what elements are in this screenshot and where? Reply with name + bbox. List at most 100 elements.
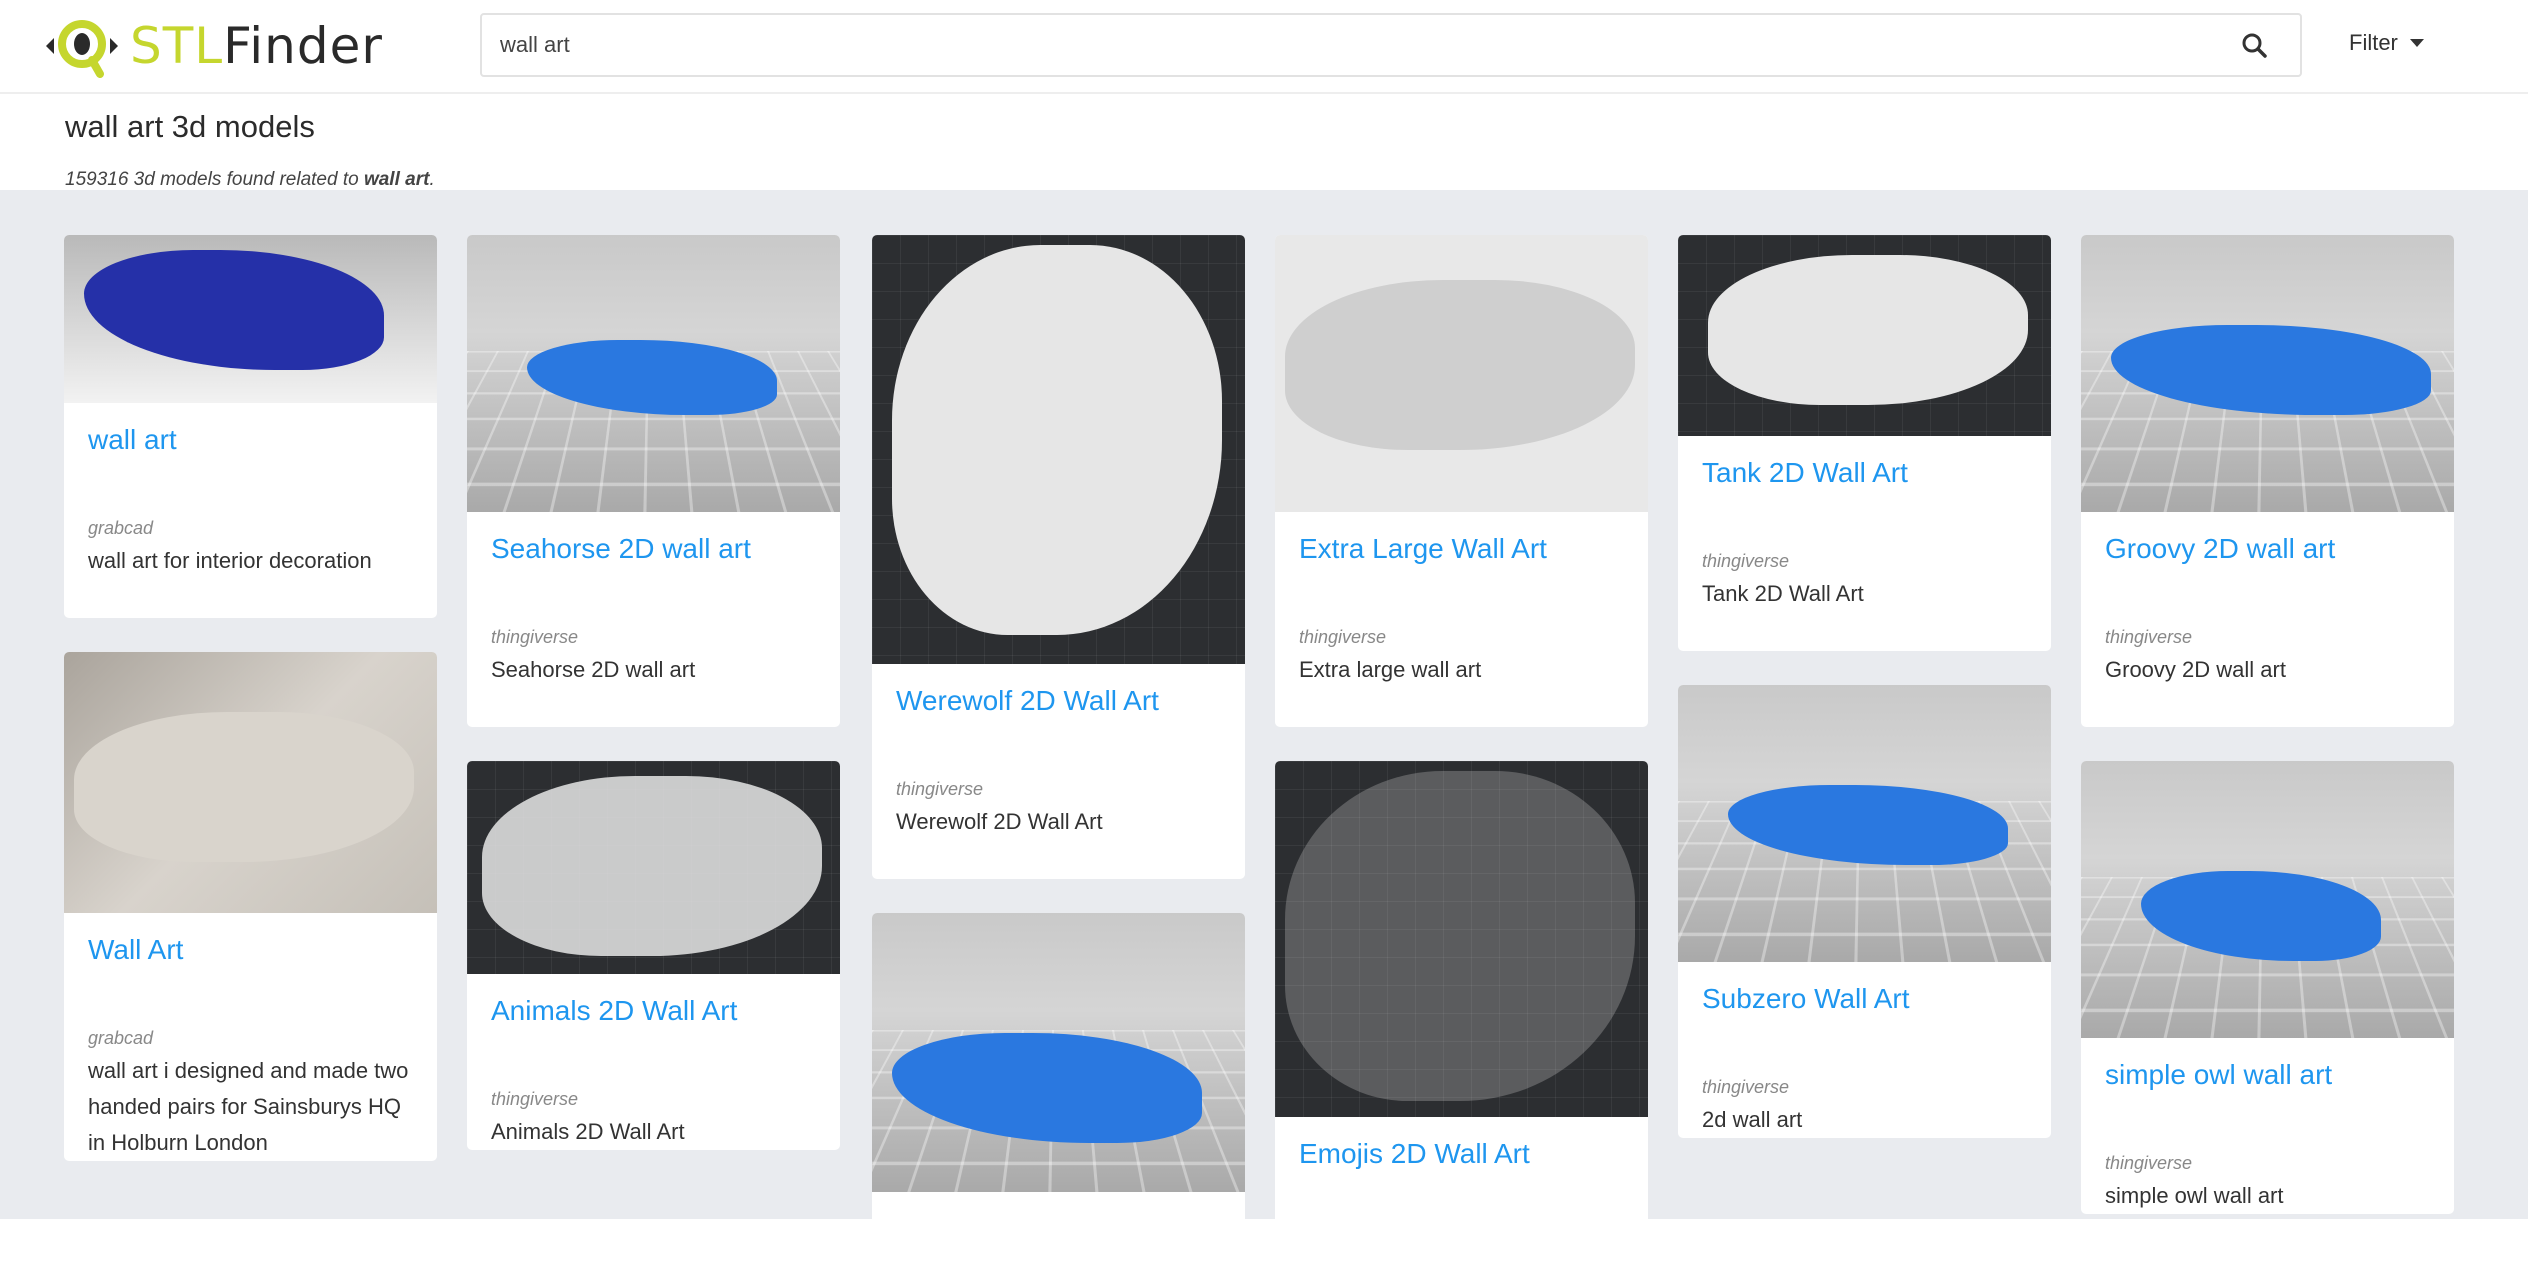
card-body: Extra Large Wall Art thingiverse Extra lar… bbox=[1275, 512, 1648, 727]
model-card[interactable]: Groovy 2D wall art thingiverse Groovy 2D w… bbox=[2081, 235, 2454, 727]
top-bar: STLFinder Filter bbox=[0, 0, 2528, 94]
card-body: Emojis 2D Wall Art bbox=[1275, 1117, 1648, 1173]
card-body: Subzero Wall Art thingiverse 2d wall art bbox=[1678, 962, 2051, 1138]
model-card[interactable]: Wall Art grabcad wall art i designed and m… bbox=[64, 652, 437, 1161]
card-body: wall art grabcad wall art for interior dec… bbox=[64, 403, 437, 618]
model-thumbnail[interactable] bbox=[467, 761, 840, 974]
logo-text-finder: Finder bbox=[223, 17, 383, 75]
results-column: wall art grabcad wall art for interior dec… bbox=[64, 235, 437, 1161]
model-title[interactable]: Subzero Wall Art bbox=[1702, 980, 2027, 1018]
model-card[interactable]: Werewolf 2D Wall Art thingiverse Werewolf … bbox=[872, 235, 1245, 879]
model-description: simple owl wall art bbox=[2105, 1183, 2284, 1208]
query-text: wall art bbox=[363, 169, 430, 190]
model-shape bbox=[892, 1033, 1202, 1143]
model-source: thingiverse bbox=[2105, 1153, 2193, 1173]
model-card[interactable]: Extra Large Wall Art thingiverse Extra lar… bbox=[1275, 235, 1648, 727]
model-shape bbox=[1728, 785, 2008, 865]
model-thumbnail[interactable] bbox=[2081, 761, 2454, 1038]
model-description: Groovy 2D wall art bbox=[2105, 657, 2286, 682]
results-column: Werewolf 2D Wall Art thingiverse Werewolf … bbox=[872, 235, 1245, 1264]
model-card[interactable]: Seahorse 2D wall art thingiverse Seahorse … bbox=[467, 235, 840, 727]
model-shape bbox=[1285, 771, 1635, 1101]
card-body: Animals 2D Wall Art thingiverse Animals 2D… bbox=[467, 974, 840, 1150]
card-body: Groovy 2D wall art thingiverse Groovy 2D w… bbox=[2081, 512, 2454, 727]
model-shape bbox=[2111, 325, 2431, 415]
model-card[interactable]: Tank 2D Wall Art thingiverse Tank 2D Wall … bbox=[1678, 235, 2051, 651]
model-description: wall art for interior decoration bbox=[88, 548, 372, 573]
model-thumbnail[interactable] bbox=[1275, 235, 1648, 512]
results-grid: wall art grabcad wall art for interior dec… bbox=[0, 190, 2528, 1264]
model-thumbnail[interactable] bbox=[2081, 235, 2454, 512]
model-description: wall art i designed and made two handed … bbox=[88, 1058, 409, 1155]
model-thumbnail[interactable] bbox=[64, 235, 437, 403]
search-input[interactable] bbox=[482, 15, 2224, 75]
model-card[interactable]: simple owl wall art thingiverse simple owl… bbox=[2081, 761, 2454, 1214]
model-source: thingiverse bbox=[1702, 1077, 1790, 1097]
results-column: Seahorse 2D wall art thingiverse Seahorse … bbox=[467, 235, 840, 1150]
model-source: thingiverse bbox=[491, 1089, 579, 1109]
model-shape bbox=[1708, 255, 2028, 405]
results-count: 159316 3d models found related to wall a… bbox=[65, 169, 2528, 191]
card-body: Wall Art grabcad wall art i designed and m… bbox=[64, 913, 437, 1161]
model-description: Tank 2D Wall Art bbox=[1702, 581, 1864, 606]
model-source: grabcad bbox=[88, 1028, 154, 1048]
model-title[interactable]: Seahorse 2D wall art bbox=[491, 530, 816, 568]
model-source: thingiverse bbox=[1299, 627, 1387, 647]
model-thumbnail[interactable] bbox=[1678, 235, 2051, 436]
page-title: wall art 3d models bbox=[65, 109, 315, 144]
count-number: 159316 bbox=[65, 169, 129, 190]
model-shape bbox=[74, 712, 414, 862]
model-title[interactable]: wall art bbox=[88, 421, 413, 459]
model-card[interactable]: Emojis 2D Wall Art bbox=[1275, 761, 1648, 1227]
model-title[interactable]: Emojis 2D Wall Art bbox=[1299, 1135, 1624, 1173]
model-source: thingiverse bbox=[1702, 551, 1790, 571]
caret-down-icon bbox=[2409, 39, 2424, 47]
model-title[interactable]: Animals 2D Wall Art bbox=[491, 992, 816, 1030]
results-column: Groovy 2D wall art thingiverse Groovy 2D w… bbox=[2081, 235, 2454, 1214]
model-thumbnail[interactable] bbox=[1275, 761, 1648, 1117]
model-description: Werewolf 2D Wall Art bbox=[896, 809, 1103, 834]
model-description: Seahorse 2D wall art bbox=[491, 657, 696, 682]
model-card[interactable] bbox=[872, 913, 1245, 1264]
model-thumbnail[interactable] bbox=[467, 235, 840, 512]
model-source: thingiverse bbox=[896, 779, 984, 799]
card-body: simple owl wall art thingiverse simple owl… bbox=[2081, 1038, 2454, 1214]
results-column: Extra Large Wall Art thingiverse Extra lar… bbox=[1275, 235, 1648, 1227]
model-title[interactable]: Werewolf 2D Wall Art bbox=[896, 682, 1221, 720]
model-thumbnail[interactable] bbox=[64, 652, 437, 913]
model-card[interactable]: Subzero Wall Art thingiverse 2d wall art bbox=[1678, 685, 2051, 1138]
model-description: 2d wall art bbox=[1702, 1107, 1803, 1132]
model-description: Animals 2D Wall Art bbox=[491, 1119, 685, 1144]
period: . bbox=[429, 169, 435, 190]
card-body: Tank 2D Wall Art thingiverse Tank 2D Wall … bbox=[1678, 436, 2051, 651]
logo-text-stl: STL bbox=[130, 17, 224, 75]
model-source: thingiverse bbox=[2105, 627, 2193, 647]
results-header: wall art 3d models 159316 3d models foun… bbox=[0, 94, 2528, 190]
logo-text: STLFinder bbox=[130, 17, 383, 75]
stlfinder-logo[interactable]: STLFinder bbox=[42, 14, 442, 78]
model-shape bbox=[482, 776, 822, 956]
card-body: Seahorse 2D wall art thingiverse Seahorse … bbox=[467, 512, 840, 727]
model-title[interactable]: Extra Large Wall Art bbox=[1299, 530, 1624, 568]
model-thumbnail[interactable] bbox=[872, 235, 1245, 664]
model-card[interactable]: Animals 2D Wall Art thingiverse Animals 2D… bbox=[467, 761, 840, 1150]
model-source: thingiverse bbox=[491, 627, 579, 647]
model-shape bbox=[1285, 280, 1635, 450]
model-description: Extra large wall art bbox=[1299, 657, 1482, 682]
model-thumbnail[interactable] bbox=[872, 913, 1245, 1192]
search-icon[interactable] bbox=[2224, 15, 2284, 75]
card-body bbox=[872, 1192, 1245, 1210]
search-box bbox=[480, 13, 2302, 77]
logo-eye-icon bbox=[46, 20, 118, 78]
model-title[interactable]: Groovy 2D wall art bbox=[2105, 530, 2430, 568]
model-title[interactable]: Wall Art bbox=[88, 931, 413, 969]
card-body: Werewolf 2D Wall Art thingiverse Werewolf … bbox=[872, 664, 1245, 879]
model-title[interactable]: simple owl wall art bbox=[2105, 1056, 2430, 1094]
model-thumbnail[interactable] bbox=[1678, 685, 2051, 962]
filter-dropdown[interactable]: Filter bbox=[2349, 30, 2424, 56]
found-text: 3d models found related to bbox=[128, 169, 364, 190]
filter-label: Filter bbox=[2349, 30, 2398, 55]
model-card[interactable]: wall art grabcad wall art for interior dec… bbox=[64, 235, 437, 618]
model-shape bbox=[892, 245, 1222, 635]
model-title[interactable]: Tank 2D Wall Art bbox=[1702, 454, 2027, 492]
